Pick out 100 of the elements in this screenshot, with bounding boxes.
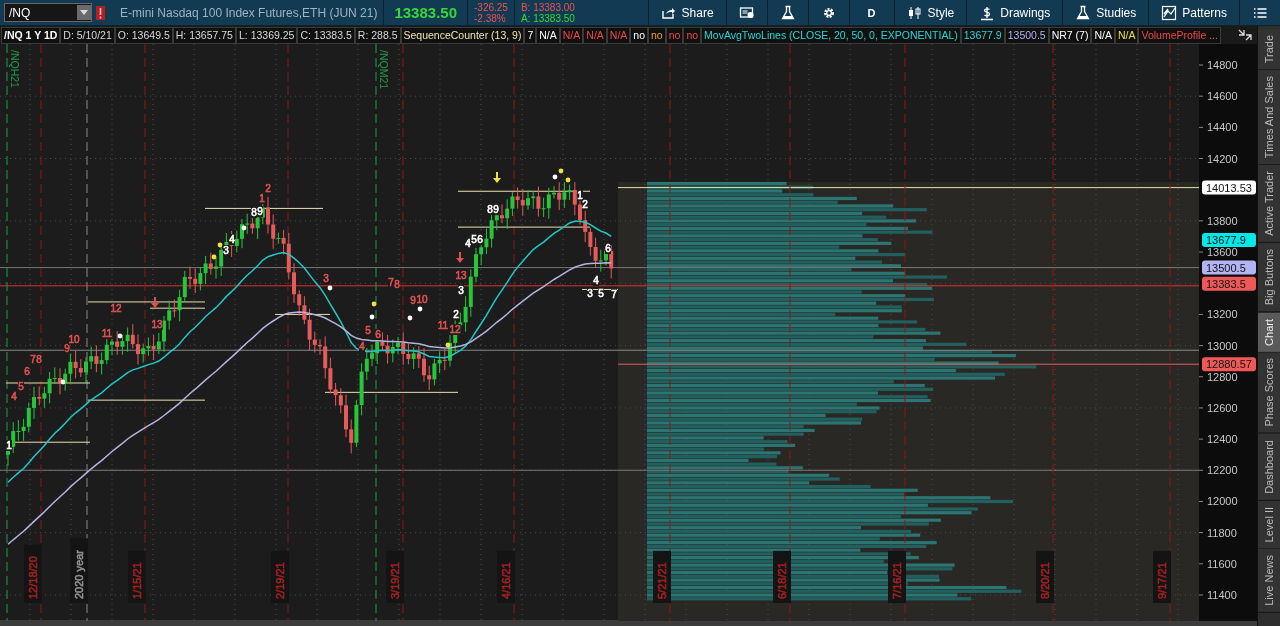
side-tab[interactable]: Dashboard [1258,433,1280,501]
counter-label: 8 [487,204,493,215]
counter-label: 6 [605,243,611,254]
date-label: 5/21/21 [653,550,671,603]
last-price: 13383.50 [394,4,457,21]
caret-icon [80,10,88,15]
counter-label: 4 [229,234,235,245]
date-label: 2020 year [70,538,88,603]
counter-label: 6 [477,234,483,245]
signal-dot [371,301,377,307]
side-tab[interactable]: Live News [1258,549,1280,613]
counter-range-line [149,307,206,309]
counter-label: 1 [6,440,12,451]
study-value-label: no [684,27,701,43]
counter-label: 2 [582,199,588,210]
counter-label: 11 [437,320,449,331]
counter-label: 3 [323,273,329,284]
price-axis-label: 14600 [1207,90,1238,103]
study-value-label: N/A [607,27,630,43]
counter-label: 7 [388,277,394,288]
toolbar-button[interactable]: Style [893,0,967,25]
side-tab[interactable]: Trade [1258,29,1280,71]
symbol-field[interactable]: /NQ [4,3,92,22]
study-value-label: 13500.5 [1005,27,1048,43]
instrument-description: E-mini Nasdaq 100 Index Futures,ETH (JUN 21) [120,5,378,20]
counter-range-line [581,288,619,290]
counter-label: 4 [465,238,471,249]
signal-dot [407,315,413,321]
toolbar-button[interactable]: Studies [1062,0,1149,25]
counter-label: 8 [251,207,257,218]
counter-label: 5 [365,325,371,336]
price-axis-label: 13200 [1207,308,1238,321]
counter-label: 1 [577,190,583,201]
signal-dot [241,225,247,231]
counter-label: 5 [598,288,604,299]
dropdown-button[interactable] [77,5,91,20]
study-value-label: N/A [1092,27,1114,43]
signal-dot [217,242,223,248]
side-tab[interactable]: Level II [1258,500,1280,550]
pattern-chart-icon [1161,4,1178,21]
side-tab[interactable]: Active Trader [1258,165,1280,244]
price-axis-label: 14400 [1207,121,1238,134]
chart-symbol-label: /NQ 1 Y 1D [2,27,60,43]
date-label: 2/19/21 [271,550,289,603]
counter-label: 6 [375,329,381,340]
date-label: 7/16/21 [888,550,906,603]
ask-price: A: 13383.50 [520,12,575,24]
toolbar-button[interactable]: Drawings [966,0,1063,25]
toolbar-button[interactable]: D [848,0,894,25]
symbol-input[interactable]: /NQ [5,5,77,20]
counter-label: 6 [24,366,30,377]
price-tag: 12880.57 [1202,357,1257,372]
counter-label: 9 [257,206,263,217]
counter-label: 3 [223,245,229,256]
price-axis-label: 11600 [1207,557,1237,570]
signal-dot [117,333,123,339]
price-axis-label: 11400 [1207,589,1237,601]
price-axis-label: 13000 [1207,339,1238,352]
study-value-label: C: 13383.5 [298,27,354,43]
study-value-label: 13677.9 [961,27,1004,43]
study-value-label: no [631,27,647,43]
study-value-label: NR7 (7) [1049,27,1091,43]
study-value-label: 7 [525,27,536,43]
collapse-arrows-icon[interactable] [1237,28,1253,42]
candlestick-icon [906,4,923,21]
toolbar-button[interactable]: Share [647,0,726,25]
side-tab[interactable]: Times And Sales [1258,70,1280,166]
date-label: 6/18/21 [773,550,791,603]
study-value-label: H: 13657.75 [173,27,235,43]
signal-dot [327,285,333,291]
price-axis-label: 12400 [1207,433,1238,446]
date-label: 1/15/21 [128,550,146,603]
counter-label: 13 [151,319,163,330]
date-label: 8/20/21 [1036,550,1054,603]
counter-label: 2 [453,309,459,320]
counter-label: 9 [410,295,416,306]
price-axis-label: 14800 [1207,59,1238,71]
signal-dot [60,379,66,385]
counter-label: 12 [449,324,461,335]
signal-dot [211,254,217,260]
price-axis-label: 12800 [1207,370,1238,383]
study-value-label: no [666,27,683,43]
side-tab[interactable]: Big Buttons [1258,243,1280,313]
study-value-label: MovAvgTwoLines (CLOSE, 20, 50, 0, EXPONENTIAL) [702,27,960,43]
study-value-label: N/A [560,27,583,43]
news-icon [738,4,755,21]
flask-icon [779,4,796,21]
study-value-label: VolumeProfile ... [1139,27,1220,43]
counter-label: 5 [18,381,24,392]
counter-label: 5 [471,234,477,245]
toolbar-button[interactable]: Patterns [1148,0,1239,25]
study-value-label: N/A [537,27,559,43]
counter-label: 4 [11,391,17,402]
price-axis-label: 12600 [1207,401,1238,414]
side-tab[interactable]: Phase Scores [1258,352,1280,434]
counter-label: 12 [110,303,122,314]
alert-icon [96,4,106,21]
side-tab[interactable]: Chart [1258,312,1280,353]
contract-label: /NQM21 [378,50,390,90]
counter-range-line [274,313,331,315]
